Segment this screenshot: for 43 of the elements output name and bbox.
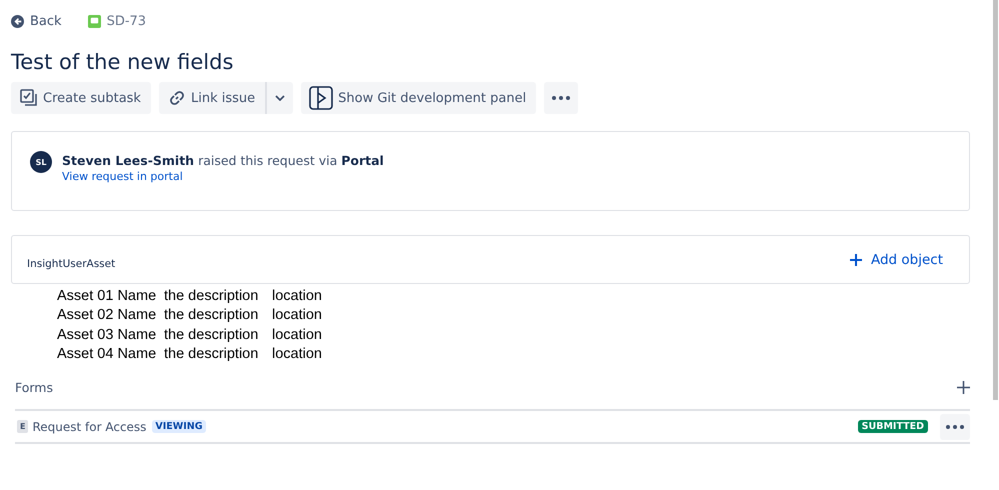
more-button[interactable] <box>544 82 578 114</box>
issue-key-link[interactable]: SD-73 <box>88 14 146 28</box>
add-object-button[interactable]: Add object <box>850 252 943 276</box>
asset-name: Asset 02 Name <box>57 307 158 324</box>
form-name[interactable]: Request for Access <box>32 420 146 434</box>
issue-type-icon <box>88 14 101 28</box>
asset-description: the description <box>164 346 260 362</box>
asset-location: location <box>272 307 323 324</box>
back-arrow-icon <box>11 14 24 28</box>
form-more-button[interactable] <box>940 414 970 440</box>
back-link[interactable]: Back <box>11 14 62 28</box>
add-form-button[interactable] <box>957 380 970 394</box>
asset-name: Asset 01 Name <box>57 288 158 304</box>
form-letter: E <box>17 420 28 433</box>
chevron-down-icon <box>275 95 286 101</box>
asset-name: Asset 03 Name <box>57 326 158 343</box>
subtask-icon <box>20 89 38 107</box>
asset-description: the description <box>164 288 260 304</box>
plus-icon <box>957 380 970 394</box>
viewing-lozenge: VIEWING <box>152 420 206 433</box>
plus-icon <box>850 254 862 266</box>
dropdown-button[interactable] <box>265 82 294 114</box>
asset-location: location <box>272 326 323 343</box>
link-issue-button[interactable]: Link issue <box>158 82 266 114</box>
request-summary: Steven Lees-Smith raised this request via Portal <box>62 152 384 170</box>
avatar: SL <box>30 151 52 173</box>
scrollbar[interactable] <box>993 0 998 400</box>
forms-heading: Forms <box>15 380 54 394</box>
asset-description: the description <box>164 307 260 324</box>
more-icon <box>946 424 964 428</box>
issue-title: Test of the new fields <box>11 49 234 76</box>
status-lozenge: SUBMITTED <box>858 420 928 433</box>
create-subtask-button[interactable]: Create subtask <box>11 82 151 114</box>
asset-description: the description <box>164 326 260 343</box>
asset-location: location <box>272 288 323 304</box>
more-icon <box>552 96 570 100</box>
view-request-link[interactable]: View request in portal <box>62 170 384 183</box>
field-label: InsightUserAsset <box>27 258 116 270</box>
git-panel-icon <box>309 86 334 110</box>
asset-location: location <box>272 346 323 362</box>
git-panel-button[interactable]: Show Git development panel <box>301 82 536 114</box>
asset-name: Asset 04 Name <box>57 346 158 362</box>
link-icon <box>168 89 186 107</box>
